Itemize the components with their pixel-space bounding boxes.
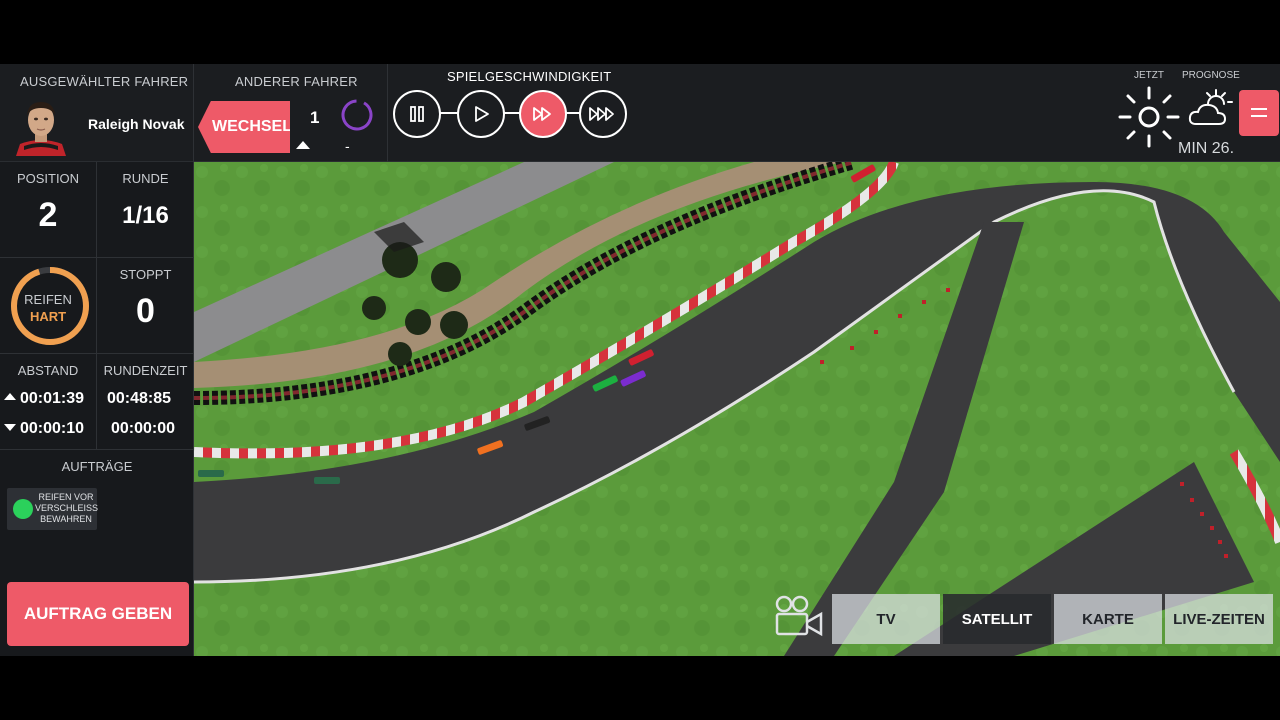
- orders-title: AUFTRÄGE: [61, 459, 133, 474]
- tyre-cell: REIFEN HART: [0, 258, 97, 354]
- active-order-chip[interactable]: REIFEN VOR VERSCHLEISS BEWAHREN: [7, 488, 99, 530]
- sun-icon: [1118, 86, 1180, 148]
- tyre-compound: HART: [29, 309, 67, 324]
- stops-cell: STOPPT 0: [97, 258, 194, 354]
- order-status-icon: [13, 499, 33, 519]
- track-view: TV SATELLIT KARTE LIVE-ZEITEN: [194, 162, 1280, 656]
- driver-avatar: [10, 94, 72, 156]
- car-green-dark-1: [198, 470, 224, 477]
- laptime-label: RUNDENZEIT: [103, 363, 188, 378]
- view-satellite-button[interactable]: SATELLIT: [943, 594, 1051, 644]
- car-green-dark-2: [314, 477, 340, 484]
- gap-behind: 00:00:10: [4, 420, 84, 438]
- letterbox-bottom: [0, 656, 1280, 720]
- game-speed-panel: SPIELGESCHWINDIGKEIT: [388, 64, 638, 162]
- other-driver-delta: -: [345, 138, 350, 154]
- laptime-current: 00:48:85: [107, 390, 172, 407]
- selected-driver-title: AUSGEWÄHLTER FAHRER: [20, 74, 189, 89]
- other-driver-number: 1: [310, 108, 320, 127]
- camera-icon[interactable]: [774, 594, 826, 638]
- position-value: 2: [38, 196, 58, 234]
- position-up-icon: [296, 141, 310, 149]
- pause-icon: [410, 106, 424, 122]
- game-speed-title: SPIELGESCHWINDIGKEIT: [447, 69, 612, 84]
- lap-label: RUNDE: [122, 171, 169, 186]
- selected-driver-name: Raleigh Novak: [88, 116, 185, 132]
- stops-value: 0: [136, 292, 155, 330]
- other-driver-tyre-ring-icon: [341, 99, 373, 131]
- gap-cell: ABSTAND 00:01:39 00:00:10: [0, 354, 97, 450]
- other-driver-panel: ANDERER FAHRER WECHSEL 1 -: [194, 64, 388, 162]
- pause-button[interactable]: [393, 90, 441, 138]
- play-button[interactable]: [457, 90, 505, 138]
- gap-ahead: 00:01:39: [4, 390, 84, 408]
- selected-driver-panel: AUSGEWÄHLTER FAHRER Raleigh Novak: [0, 64, 194, 162]
- letterbox-top: [0, 0, 1280, 64]
- view-switcher: TV SATELLIT KARTE LIVE-ZEITEN: [832, 594, 1273, 644]
- track-map: [194, 162, 1280, 656]
- view-map-button[interactable]: KARTE: [1054, 594, 1162, 644]
- race-hud: AUSGEWÄHLTER FAHRER Raleigh Novak ANDERE…: [0, 64, 1280, 656]
- gap-ahead-value: 00:01:39: [20, 390, 85, 407]
- laptime-last: 00:00:00: [111, 420, 176, 437]
- switch-driver-button[interactable]: WECHSEL: [198, 101, 290, 153]
- give-order-button[interactable]: AUFTRAG GEBEN: [7, 582, 189, 646]
- active-order-text: REIFEN VOR VERSCHLEISS BEWAHREN: [35, 492, 99, 524]
- stops-label: STOPPT: [119, 267, 172, 282]
- fastest-forward-button[interactable]: [579, 90, 627, 138]
- position-cell: POSITION 2: [0, 162, 97, 258]
- fast-forward-icon: [533, 107, 551, 121]
- play-icon: [475, 106, 489, 122]
- position-label: POSITION: [16, 171, 80, 186]
- gap-behind-icon: [4, 424, 16, 431]
- menu-icon: [1251, 108, 1267, 117]
- laptime-cell: RUNDENZEIT 00:48:85 00:00:00: [97, 354, 194, 450]
- driver-stats-panel: POSITION 2 RUNDE 1/16 REIFEN HART STOPPT…: [0, 162, 194, 656]
- top-bar: AUSGEWÄHLTER FAHRER Raleigh Novak ANDERE…: [0, 64, 1280, 162]
- lap-cell: RUNDE 1/16: [97, 162, 194, 258]
- lap-value: 1/16: [122, 202, 169, 229]
- tyre-label: REIFEN: [24, 292, 72, 307]
- gap-behind-value: 00:00:10: [20, 420, 85, 437]
- gap-label: ABSTAND: [17, 363, 79, 378]
- fast-forward-button[interactable]: [519, 90, 567, 138]
- other-driver-title: ANDERER FAHRER: [235, 74, 358, 89]
- menu-button[interactable]: [1239, 90, 1279, 136]
- race-minute: MIN 26.: [1178, 140, 1235, 157]
- view-live-times-button[interactable]: LIVE-ZEITEN: [1165, 594, 1273, 644]
- weather-panel: JETZT PROGNOSE MIN 26.: [1110, 64, 1240, 162]
- weather-now-label: JETZT: [1134, 70, 1164, 81]
- weather-forecast-label: PROGNOSE: [1182, 70, 1240, 81]
- gap-ahead-icon: [4, 393, 16, 400]
- fastest-forward-icon: [589, 107, 614, 121]
- cloud-sun-icon: [1188, 89, 1233, 125]
- view-tv-button[interactable]: TV: [832, 594, 940, 644]
